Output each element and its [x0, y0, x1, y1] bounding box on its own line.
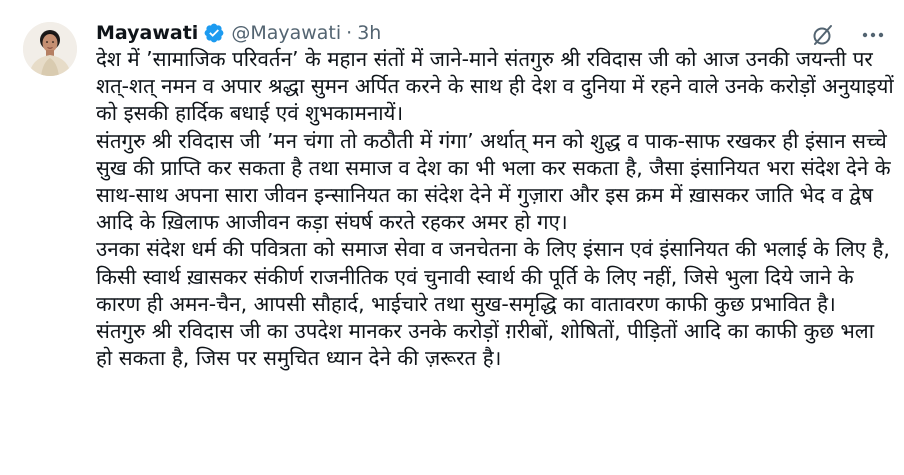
avatar[interactable]: [23, 22, 77, 76]
tweet-text: देश में ’सामाजिक परिवर्तन’ के महान संतों…: [96, 46, 894, 372]
author-handle[interactable]: @Mayawati: [231, 22, 341, 44]
avatar-image: [23, 22, 77, 76]
slashed-circle-icon[interactable]: [810, 22, 836, 48]
tweet-paragraph: संतगुरु श्री रविदास जी ’मन चंगा तो कठौती…: [96, 128, 891, 235]
tweet-timestamp[interactable]: 3h: [357, 22, 381, 44]
verified-badge-icon: [203, 22, 225, 44]
author-display-name[interactable]: Mayawati: [96, 22, 198, 44]
tweet-actions: [810, 22, 886, 48]
more-horizontal-icon[interactable]: [860, 22, 886, 48]
tweet-paragraph: उनका संदेश धर्म की पवित्रता को समाज सेवा…: [96, 237, 890, 316]
tweet-paragraph: देश में ’सामाजिक परिवर्तन’ के महान संतों…: [96, 47, 894, 126]
tweet-header: Mayawati @Mayawati · 3h: [96, 20, 381, 46]
tweet-paragraph: संतगुरु श्री रविदास जी का उपदेश मानकर उन…: [96, 319, 875, 371]
tweet: Mayawati @Mayawati · 3h देश में ’सामाजिक…: [0, 0, 904, 475]
header-separator: ·: [346, 22, 353, 44]
